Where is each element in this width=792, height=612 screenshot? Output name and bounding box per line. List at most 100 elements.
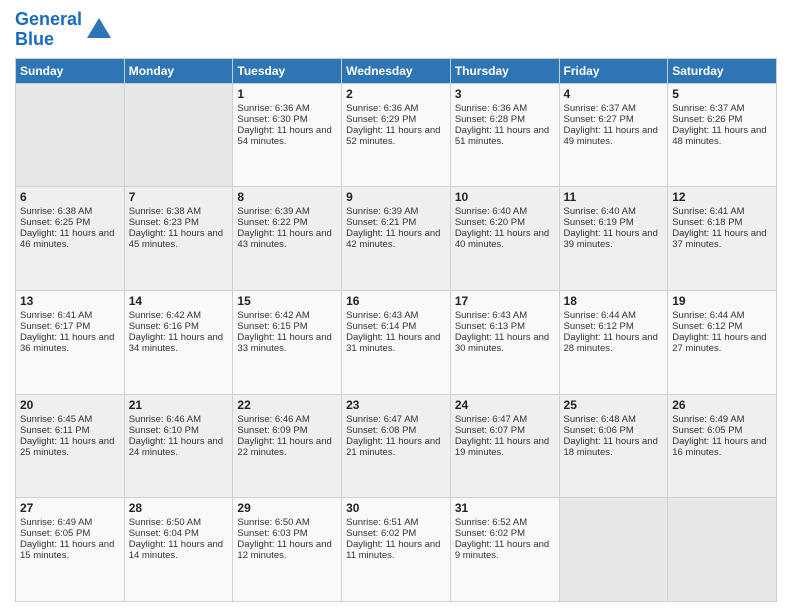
daylight-text: Daylight: 11 hours and 39 minutes. (564, 228, 658, 250)
sunrise-text: Sunrise: 6:40 AM (564, 206, 636, 217)
day-number: 7 (129, 190, 229, 204)
day-number: 28 (129, 501, 229, 515)
sunset-text: Sunset: 6:09 PM (237, 425, 307, 436)
day-number: 19 (672, 294, 772, 308)
sunset-text: Sunset: 6:03 PM (237, 528, 307, 539)
header: General Blue (15, 10, 777, 50)
week-row-5: 27 Sunrise: 6:49 AM Sunset: 6:05 PM Dayl… (16, 498, 777, 602)
sunset-text: Sunset: 6:12 PM (564, 321, 634, 332)
daylight-text: Daylight: 11 hours and 51 minutes. (455, 125, 549, 147)
sunset-text: Sunset: 6:21 PM (346, 217, 416, 228)
day-number: 22 (237, 398, 337, 412)
sunset-text: Sunset: 6:27 PM (564, 114, 634, 125)
sunrise-text: Sunrise: 6:40 AM (455, 206, 527, 217)
day-cell: 6 Sunrise: 6:38 AM Sunset: 6:25 PM Dayli… (16, 187, 125, 291)
sunset-text: Sunset: 6:18 PM (672, 217, 742, 228)
page: General Blue SundayMondayTuesdayWednesda… (0, 0, 792, 612)
day-number: 11 (564, 190, 664, 204)
sunset-text: Sunset: 6:02 PM (346, 528, 416, 539)
sunrise-text: Sunrise: 6:38 AM (129, 206, 201, 217)
day-cell: 8 Sunrise: 6:39 AM Sunset: 6:22 PM Dayli… (233, 187, 342, 291)
logo-blue: Blue (15, 29, 54, 49)
day-number: 10 (455, 190, 555, 204)
sunset-text: Sunset: 6:04 PM (129, 528, 199, 539)
daylight-text: Daylight: 11 hours and 9 minutes. (455, 539, 549, 561)
day-cell: 10 Sunrise: 6:40 AM Sunset: 6:20 PM Dayl… (450, 187, 559, 291)
day-cell: 22 Sunrise: 6:46 AM Sunset: 6:09 PM Dayl… (233, 394, 342, 498)
day-number: 15 (237, 294, 337, 308)
day-number: 20 (20, 398, 120, 412)
sunrise-text: Sunrise: 6:41 AM (20, 310, 92, 321)
logo-icon (85, 16, 113, 44)
weekday-header-sunday: Sunday (16, 58, 125, 83)
sunrise-text: Sunrise: 6:46 AM (237, 414, 309, 425)
day-cell: 29 Sunrise: 6:50 AM Sunset: 6:03 PM Dayl… (233, 498, 342, 602)
daylight-text: Daylight: 11 hours and 28 minutes. (564, 332, 658, 354)
sunrise-text: Sunrise: 6:43 AM (455, 310, 527, 321)
day-cell (559, 498, 668, 602)
day-cell: 16 Sunrise: 6:43 AM Sunset: 6:14 PM Dayl… (342, 290, 451, 394)
day-number: 27 (20, 501, 120, 515)
sunset-text: Sunset: 6:17 PM (20, 321, 90, 332)
sunset-text: Sunset: 6:15 PM (237, 321, 307, 332)
sunrise-text: Sunrise: 6:37 AM (564, 103, 636, 114)
daylight-text: Daylight: 11 hours and 31 minutes. (346, 332, 440, 354)
sunrise-text: Sunrise: 6:46 AM (129, 414, 201, 425)
day-cell: 11 Sunrise: 6:40 AM Sunset: 6:19 PM Dayl… (559, 187, 668, 291)
sunset-text: Sunset: 6:29 PM (346, 114, 416, 125)
day-number: 21 (129, 398, 229, 412)
sunrise-text: Sunrise: 6:36 AM (237, 103, 309, 114)
day-cell: 26 Sunrise: 6:49 AM Sunset: 6:05 PM Dayl… (668, 394, 777, 498)
week-row-3: 13 Sunrise: 6:41 AM Sunset: 6:17 PM Dayl… (16, 290, 777, 394)
sunrise-text: Sunrise: 6:39 AM (346, 206, 418, 217)
logo-general: General (15, 9, 82, 29)
daylight-text: Daylight: 11 hours and 19 minutes. (455, 436, 549, 458)
weekday-header-row: SundayMondayTuesdayWednesdayThursdayFrid… (16, 58, 777, 83)
daylight-text: Daylight: 11 hours and 43 minutes. (237, 228, 331, 250)
day-cell (668, 498, 777, 602)
sunrise-text: Sunrise: 6:49 AM (20, 517, 92, 528)
sunrise-text: Sunrise: 6:51 AM (346, 517, 418, 528)
daylight-text: Daylight: 11 hours and 33 minutes. (237, 332, 331, 354)
day-cell: 23 Sunrise: 6:47 AM Sunset: 6:08 PM Dayl… (342, 394, 451, 498)
sunrise-text: Sunrise: 6:43 AM (346, 310, 418, 321)
weekday-header-friday: Friday (559, 58, 668, 83)
day-cell: 28 Sunrise: 6:50 AM Sunset: 6:04 PM Dayl… (124, 498, 233, 602)
daylight-text: Daylight: 11 hours and 48 minutes. (672, 125, 766, 147)
day-number: 3 (455, 87, 555, 101)
sunset-text: Sunset: 6:28 PM (455, 114, 525, 125)
daylight-text: Daylight: 11 hours and 18 minutes. (564, 436, 658, 458)
day-number: 23 (346, 398, 446, 412)
sunset-text: Sunset: 6:05 PM (20, 528, 90, 539)
day-cell: 21 Sunrise: 6:46 AM Sunset: 6:10 PM Dayl… (124, 394, 233, 498)
sunrise-text: Sunrise: 6:48 AM (564, 414, 636, 425)
weekday-header-monday: Monday (124, 58, 233, 83)
daylight-text: Daylight: 11 hours and 12 minutes. (237, 539, 331, 561)
day-cell: 18 Sunrise: 6:44 AM Sunset: 6:12 PM Dayl… (559, 290, 668, 394)
day-number: 29 (237, 501, 337, 515)
day-cell: 31 Sunrise: 6:52 AM Sunset: 6:02 PM Dayl… (450, 498, 559, 602)
day-number: 1 (237, 87, 337, 101)
day-cell (16, 83, 125, 187)
sunset-text: Sunset: 6:30 PM (237, 114, 307, 125)
day-number: 12 (672, 190, 772, 204)
logo: General Blue (15, 10, 113, 50)
sunset-text: Sunset: 6:02 PM (455, 528, 525, 539)
sunrise-text: Sunrise: 6:50 AM (237, 517, 309, 528)
sunset-text: Sunset: 6:11 PM (20, 425, 90, 436)
day-cell: 25 Sunrise: 6:48 AM Sunset: 6:06 PM Dayl… (559, 394, 668, 498)
daylight-text: Daylight: 11 hours and 54 minutes. (237, 125, 331, 147)
week-row-1: 1 Sunrise: 6:36 AM Sunset: 6:30 PM Dayli… (16, 83, 777, 187)
sunset-text: Sunset: 6:25 PM (20, 217, 90, 228)
sunset-text: Sunset: 6:16 PM (129, 321, 199, 332)
day-number: 30 (346, 501, 446, 515)
daylight-text: Daylight: 11 hours and 22 minutes. (237, 436, 331, 458)
day-cell: 4 Sunrise: 6:37 AM Sunset: 6:27 PM Dayli… (559, 83, 668, 187)
daylight-text: Daylight: 11 hours and 37 minutes. (672, 228, 766, 250)
weekday-header-tuesday: Tuesday (233, 58, 342, 83)
sunset-text: Sunset: 6:13 PM (455, 321, 525, 332)
day-cell: 17 Sunrise: 6:43 AM Sunset: 6:13 PM Dayl… (450, 290, 559, 394)
day-number: 4 (564, 87, 664, 101)
sunset-text: Sunset: 6:10 PM (129, 425, 199, 436)
week-row-4: 20 Sunrise: 6:45 AM Sunset: 6:11 PM Dayl… (16, 394, 777, 498)
